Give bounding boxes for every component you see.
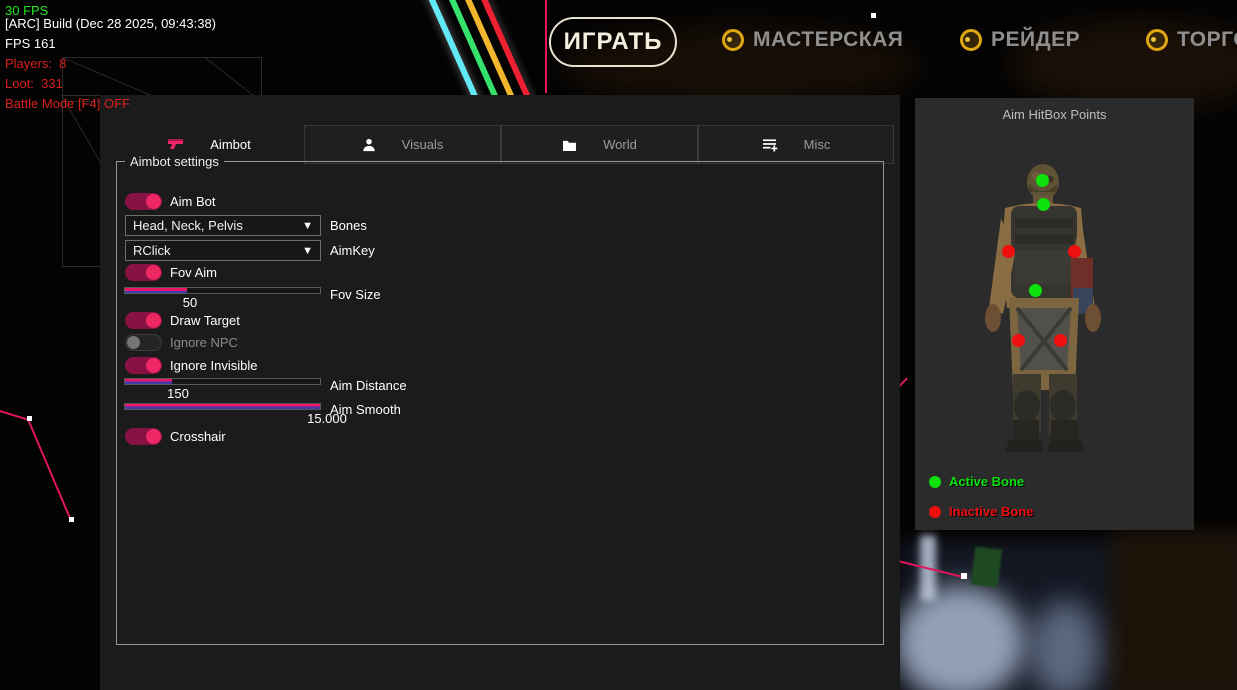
toggle-row-crosshair: Crosshair (125, 428, 226, 445)
tracer-line (545, 0, 547, 93)
toggle-label: Ignore Invisible (170, 358, 257, 373)
build-info: [ARC] Build (Dec 28 2025, 09:43:38) (5, 14, 216, 34)
toggle-label: Aim Bot (170, 194, 216, 209)
aim-smooth-slider[interactable] (124, 403, 321, 410)
toggle-row-fov-aim: Fov Aim (125, 264, 217, 281)
loot-line: Loot: 331 (5, 74, 216, 94)
inactive-bone-dot (929, 506, 941, 518)
hitbox-point-neck[interactable] (1037, 198, 1050, 211)
hitbox-point-right-arm[interactable] (1068, 245, 1081, 258)
nav-item-label: МАСТЕРСКАЯ (753, 28, 903, 52)
bones-dropdown[interactable]: Head, Neck, Pelvis ▼ (125, 215, 321, 236)
person-icon (362, 138, 376, 152)
aimkey-dropdown[interactable]: RClick ▼ (125, 240, 321, 261)
tab-visuals[interactable]: Visuals (304, 125, 501, 164)
folder-icon (562, 139, 577, 151)
hitbox-point-right-thigh[interactable] (1054, 334, 1067, 347)
dropdown-value: RClick (133, 243, 171, 258)
legend-label: Active Bone (949, 474, 1024, 489)
toggle-row-ignore-npc: Ignore NPC (125, 334, 238, 351)
aim-distance-slider[interactable] (124, 378, 321, 385)
nav-item-raider[interactable]: РЕЙДЕР (960, 28, 1080, 52)
draw-target-toggle[interactable] (125, 312, 162, 329)
fov-size-slider[interactable] (124, 287, 321, 294)
toggle-label: Crosshair (170, 429, 226, 444)
toggle-row-ignore-invisible: Ignore Invisible (125, 357, 257, 374)
toggle-label: Ignore NPC (170, 335, 238, 350)
coin-icon (960, 29, 982, 51)
playlist-add-icon (762, 138, 778, 152)
toggle-label: Fov Aim (170, 265, 217, 280)
ignore-invisible-toggle[interactable] (125, 357, 162, 374)
chevron-down-icon: ▼ (302, 245, 313, 257)
tab-world[interactable]: World (501, 125, 698, 164)
battle-mode-line: Battle Mode [F4] OFF (5, 94, 216, 114)
nav-item-trade[interactable]: ТОРГО (1146, 28, 1237, 52)
fps-line: FPS 161 (5, 34, 216, 54)
aimkey-label: AimKey (330, 243, 375, 258)
group-title: Aimbot settings (125, 154, 224, 169)
ignore-npc-toggle[interactable] (125, 334, 162, 351)
aim-hitbox-panel: Aim HitBox Points (915, 98, 1194, 530)
hitbox-point-head[interactable] (1036, 174, 1049, 187)
hitbox-point-left-thigh[interactable] (1012, 334, 1025, 347)
tab-label: Aimbot (210, 137, 250, 152)
debug-overlay: 30 FPS [ARC] Build (Dec 28 2025, 09:43:3… (5, 1, 216, 114)
fov-size-label: Fov Size (330, 287, 381, 302)
tab-misc[interactable]: Misc (698, 125, 894, 164)
legend-active-bone: Active Bone (929, 474, 1024, 489)
nav-item-label: РЕЙДЕР (991, 28, 1080, 52)
coin-icon (722, 29, 744, 51)
chevron-down-icon: ▼ (302, 220, 313, 232)
nav-item-workshop[interactable]: МАСТЕРСКАЯ (722, 28, 903, 52)
fov-aim-toggle[interactable] (125, 264, 162, 281)
cheat-menu-panel: Aimbot Visuals World Misc Aimbot setting… (100, 95, 900, 690)
tab-label: World (603, 137, 637, 152)
aim-bot-toggle[interactable] (125, 193, 162, 210)
tab-label: Visuals (402, 137, 444, 152)
play-button[interactable]: ИГРАТЬ (549, 17, 677, 67)
tab-label: Misc (804, 137, 831, 152)
crosshair-toggle[interactable] (125, 428, 162, 445)
legend-inactive-bone: Inactive Bone (929, 504, 1034, 519)
aim-distance-label: Aim Distance (330, 378, 407, 393)
active-bone-dot (929, 476, 941, 488)
tracer-marker (961, 573, 967, 579)
toggle-row-aim-bot: Aim Bot (125, 193, 216, 210)
bones-label: Bones (330, 218, 367, 233)
tracer-marker (27, 416, 32, 421)
tracer-marker (871, 13, 876, 18)
toggle-row-draw-target: Draw Target (125, 312, 240, 329)
hitbox-point-pelvis[interactable] (1029, 284, 1042, 297)
aim-smooth-label: Aim Smooth (330, 402, 401, 417)
fov-size-value: 50 (146, 295, 234, 310)
legend-label: Inactive Bone (949, 504, 1034, 519)
nav-item-label: ТОРГО (1177, 28, 1237, 52)
aim-distance-value: 150 (134, 386, 222, 401)
pistol-icon (167, 138, 184, 151)
coin-icon (1146, 29, 1168, 51)
toggle-label: Draw Target (170, 313, 240, 328)
hitbox-point-left-arm[interactable] (1002, 245, 1015, 258)
players-line: Players: 8 (5, 54, 216, 74)
exit-sign (971, 546, 1002, 587)
dropdown-value: Head, Neck, Pelvis (133, 218, 243, 233)
tracer-marker (69, 517, 74, 522)
